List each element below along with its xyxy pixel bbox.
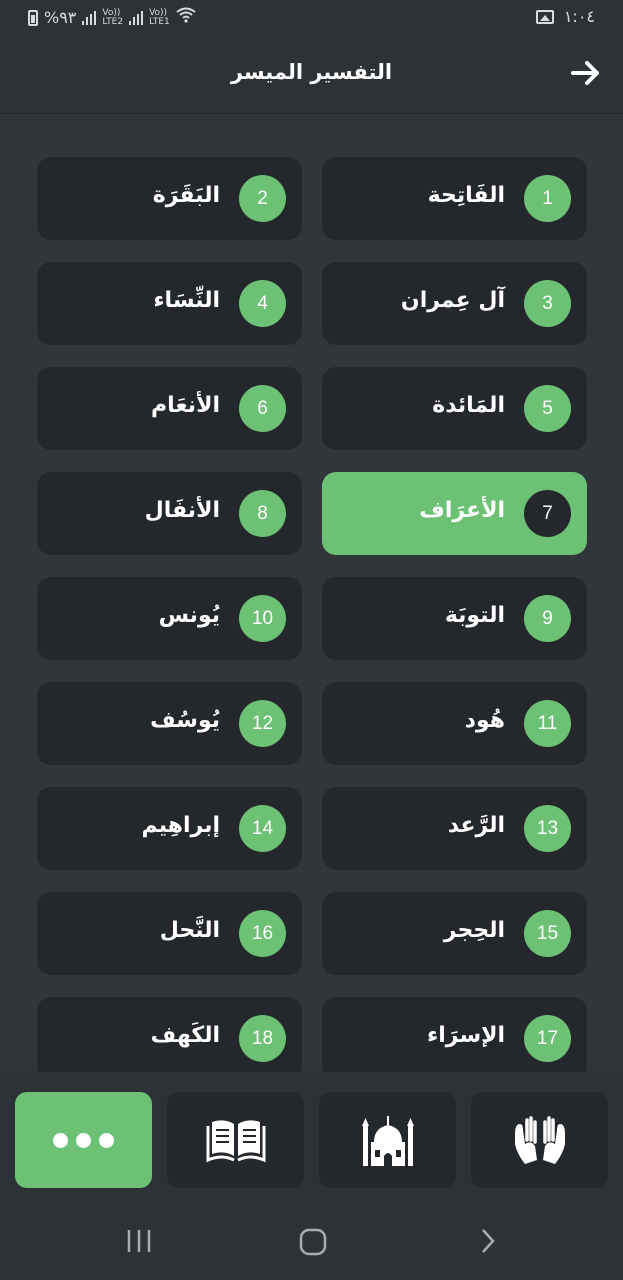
surah-card[interactable]: 18 الكَهف — [37, 997, 302, 1072]
surah-name: المَائدة — [432, 393, 505, 418]
surah-name: الحِجر — [443, 918, 505, 943]
surah-name: إبراهِيم — [141, 813, 220, 838]
surah-number-badge: 5 — [524, 385, 571, 432]
arrow-right-icon — [571, 61, 599, 85]
surah-name: الكَهف — [150, 1023, 220, 1048]
surah-card[interactable]: 11 هُود — [322, 682, 587, 765]
surah-card[interactable]: 10 يُونس — [37, 577, 302, 660]
surah-number-badge: 15 — [524, 910, 571, 957]
status-right: ١:٠٤ — [535, 7, 595, 26]
surah-card[interactable]: 7 الأعرَاف — [322, 472, 587, 555]
surah-number-badge: 18 — [239, 1015, 286, 1062]
surah-list[interactable]: 1 الفَاتِحة 2 البَقَرَة 3 آل عِمران 4 النِّسَاء… — [0, 114, 623, 1072]
surah-card[interactable]: 15 الحِجر — [322, 892, 587, 975]
surah-name: هُود — [464, 708, 505, 733]
status-time: ١:٠٤ — [563, 7, 595, 26]
recent-apps-icon — [127, 1230, 151, 1252]
surah-name: الفَاتِحة — [427, 183, 505, 208]
surah-card[interactable]: 12 يُوسُف — [37, 682, 302, 765]
surah-name: الإسرَاء — [426, 1023, 505, 1048]
surah-name: النَّحل — [159, 918, 220, 943]
surah-number-badge: 8 — [239, 490, 286, 537]
surah-card[interactable]: 5 المَائدة — [322, 367, 587, 450]
surah-card[interactable]: 16 النَّحل — [37, 892, 302, 975]
gallery-notification-icon — [535, 9, 554, 24]
sim2-label: LTE1 — [149, 16, 170, 27]
wifi-icon — [176, 7, 196, 28]
surah-number-badge: 4 — [239, 280, 286, 327]
surah-card[interactable]: 8 الأنفَال — [37, 472, 302, 555]
surah-number-badge: 2 — [239, 175, 286, 222]
surah-number-badge: 17 — [524, 1015, 571, 1062]
page-title: التفسير الميسر — [230, 60, 393, 84]
surah-card[interactable]: 3 آل عِمران — [322, 262, 587, 345]
status-left: %٩٣ Vo)) LTE2 Vo)) LTE1 — [28, 7, 196, 28]
surah-number-badge: 9 — [524, 595, 571, 642]
sim1-label: LTE2 — [102, 16, 124, 27]
more-button[interactable] — [15, 1092, 152, 1188]
surah-card[interactable]: 14 إبراهِيم — [37, 787, 302, 870]
quran-button[interactable] — [167, 1092, 304, 1188]
surah-name: البَقَرَة — [152, 183, 220, 208]
sim1-indicator: Vo)) LTE2 — [102, 8, 124, 27]
surah-name: الأعرَاف — [419, 498, 505, 523]
surah-number-badge: 7 — [524, 490, 571, 537]
surah-number-badge: 14 — [239, 805, 286, 852]
surah-number-badge: 13 — [524, 805, 571, 852]
app-bar: التفسير الميسر — [0, 36, 623, 114]
praying-hands-icon — [514, 1116, 565, 1164]
surah-card[interactable]: 1 الفَاتِحة — [322, 157, 587, 240]
dua-button[interactable] — [471, 1092, 608, 1188]
surah-name: الأنفَال — [144, 498, 220, 523]
surah-card[interactable]: 6 الأنعَام — [37, 367, 302, 450]
surah-card[interactable]: 2 البَقَرَة — [37, 157, 302, 240]
home-button[interactable] — [299, 1228, 327, 1260]
battery-level: %٩٣ — [44, 8, 77, 27]
surah-number-badge: 3 — [524, 280, 571, 327]
surah-number-badge: 6 — [239, 385, 286, 432]
surah-number-badge: 12 — [239, 700, 286, 747]
surah-name: التوبَة — [444, 603, 505, 628]
recent-apps-button[interactable] — [126, 1228, 152, 1258]
surah-card[interactable]: 9 التوبَة — [322, 577, 587, 660]
surah-card[interactable]: 17 الإسرَاء — [322, 997, 587, 1072]
surah-grid: 1 الفَاتِحة 2 البَقَرَة 3 آل عِمران 4 النِّسَاء… — [37, 157, 587, 1072]
surah-name: آل عِمران — [400, 288, 505, 313]
back-button[interactable] — [569, 56, 603, 90]
chevron-right-icon — [482, 1229, 495, 1253]
surah-name: يُوسُف — [150, 708, 220, 733]
surah-name: النِّسَاء — [153, 288, 220, 313]
surah-name: الرَّعد — [447, 813, 505, 838]
open-book-icon — [206, 1120, 265, 1163]
surah-name: يُونس — [158, 603, 220, 628]
surah-number-badge: 16 — [239, 910, 286, 957]
more-dots-icon — [49, 1132, 118, 1148]
prayer-times-button[interactable] — [319, 1092, 456, 1188]
surah-card[interactable]: 4 النِّسَاء — [37, 262, 302, 345]
battery-icon — [28, 9, 38, 26]
surah-name: الأنعَام — [151, 393, 220, 418]
surah-card[interactable]: 13 الرَّعد — [322, 787, 587, 870]
status-bar: %٩٣ Vo)) LTE2 Vo)) LTE1 ١:٠٤ — [0, 0, 623, 36]
signal-icon — [129, 10, 144, 25]
back-nav-button[interactable] — [478, 1228, 498, 1258]
surah-number-badge: 11 — [524, 700, 571, 747]
system-nav-bar — [0, 1200, 623, 1280]
home-icon — [299, 1228, 327, 1256]
mosque-icon — [361, 1116, 414, 1166]
bottom-nav — [0, 1072, 623, 1200]
sim2-indicator: Vo)) LTE1 — [149, 8, 170, 27]
surah-number-badge: 1 — [524, 175, 571, 222]
signal-icon — [82, 10, 97, 25]
surah-number-badge: 10 — [239, 595, 286, 642]
